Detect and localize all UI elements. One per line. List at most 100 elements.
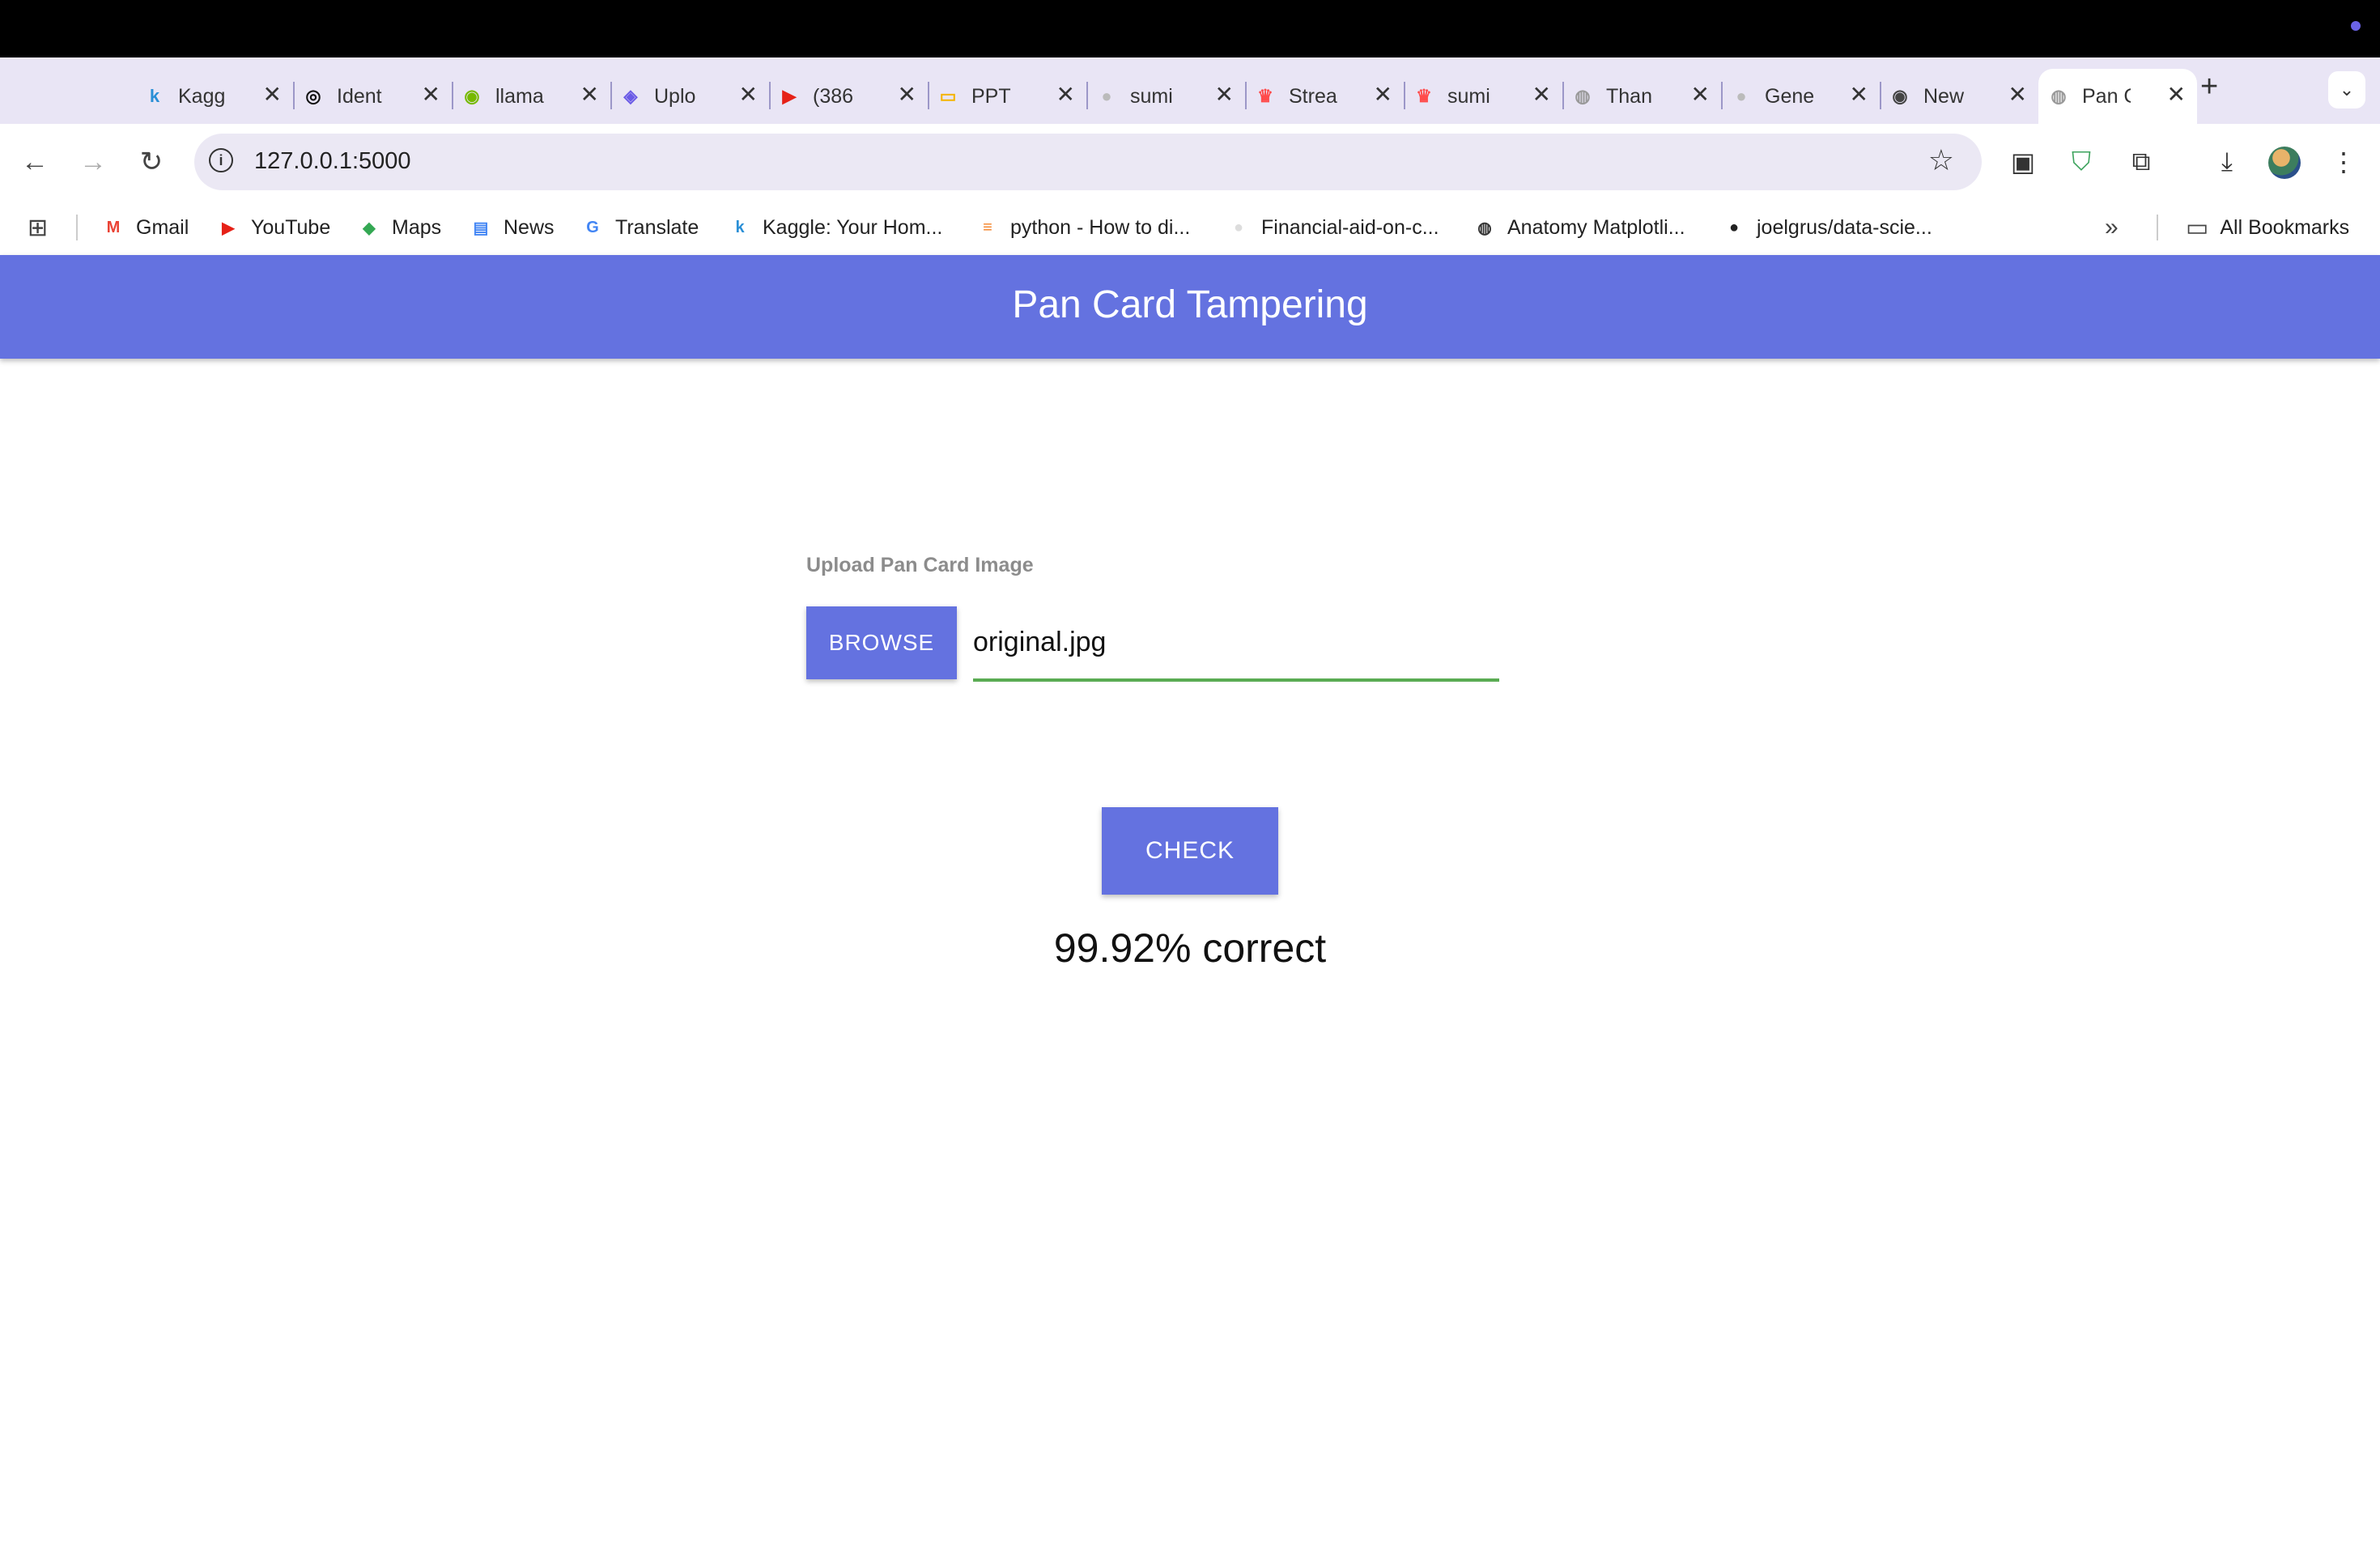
bookmark-label: Maps (392, 215, 442, 239)
profile-avatar[interactable] (2268, 147, 2301, 179)
tab-close-icon[interactable]: ✕ (898, 83, 916, 106)
check-button[interactable]: CHECK (1102, 807, 1278, 895)
kaggle-icon: k (735, 218, 745, 236)
github-icon: ● (1736, 86, 1747, 106)
file-name-value: original.jpg (973, 627, 1107, 657)
chrome-icon: ◉ (1892, 86, 1908, 106)
stackoverflow-icon: ≡ (983, 218, 992, 236)
bookmark-item[interactable]: ◆ Maps (358, 213, 441, 242)
tab-title: sumi (1447, 84, 1490, 108)
browser-tab[interactable]: ◍ Pan C ✕ (2038, 69, 2197, 124)
browser-tab[interactable]: ◍ Than ✕ (1562, 69, 1723, 124)
bookmark-label: Financial-aid-on-c... (1261, 215, 1439, 239)
folder-icon: ▭ (2186, 214, 2209, 241)
youtube-icon: ▶ (222, 219, 235, 237)
browser-tab[interactable]: ◈ Uplo ✕ (610, 69, 771, 124)
more-bookmarks-icon[interactable]: » (2105, 213, 2119, 242)
site-info-icon[interactable]: i (209, 148, 233, 172)
tab-close-icon[interactable]: ✕ (1691, 83, 1710, 106)
download-icon[interactable]: ⤓ (2208, 143, 2246, 181)
tab-close-icon[interactable]: ✕ (2167, 83, 2186, 106)
globe-icon: ◍ (1575, 86, 1591, 106)
tab-title: Kagg (178, 84, 226, 108)
browser-tab[interactable]: ◎ Ident ✕ (293, 69, 453, 124)
tab-close-icon[interactable]: ✕ (1850, 83, 1868, 106)
forward-arrow-icon[interactable]: → (73, 142, 113, 182)
bookmark-star-icon[interactable]: ☆ (1928, 143, 1954, 177)
tab-title: (386 (813, 84, 854, 108)
browser-tab[interactable]: k Kagg ✕ (134, 69, 295, 124)
bookmark-label: joelgrus/data-scie... (1757, 215, 1932, 239)
apps-grid-icon[interactable]: ⊞ (28, 213, 48, 242)
bookmark-label: Translate (615, 215, 699, 239)
browser-tab[interactable]: ◉ New ✕ (1880, 69, 2038, 124)
browse-button[interactable]: BROWSE (806, 606, 957, 679)
github-icon: ● (1233, 218, 1244, 236)
tab-title: New (1923, 84, 1965, 108)
tab-title: Strea (1289, 84, 1337, 108)
tab-close-icon[interactable]: ✕ (1215, 83, 1234, 106)
tab-title: Than (1606, 84, 1652, 108)
page-title: Pan Card Tampering (1012, 283, 1368, 326)
browser-tab[interactable]: ● sumi ✕ (1086, 69, 1247, 124)
browser-toolbar: ← → ↻ i 127.0.0.1:5000 ☆ ▣ ⛉ ⧉ ⤓ ⋮ (0, 124, 2380, 200)
tab-title: Ident (337, 84, 382, 108)
translate-icon: G (586, 218, 599, 236)
slides-icon: ▭ (939, 86, 957, 106)
bookmark-item[interactable]: ▤ News (470, 213, 555, 242)
tab-close-icon[interactable]: ✕ (263, 83, 282, 106)
shield-extension-icon[interactable]: ⛉ (2063, 143, 2100, 181)
bookmark-item[interactable]: G Translate (581, 213, 699, 242)
back-arrow-icon[interactable]: ← (15, 142, 55, 182)
recording-indicator-icon (2351, 21, 2361, 31)
address-bar[interactable]: i 127.0.0.1:5000 ☆ (194, 134, 1982, 190)
tab-close-icon[interactable]: ✕ (422, 83, 440, 106)
bookmarks-divider (76, 215, 78, 240)
kaggle-icon: k (149, 86, 160, 106)
tab-search-chevron-icon[interactable]: ⌄ (2328, 71, 2365, 108)
reload-icon[interactable]: ↻ (131, 142, 172, 182)
browser-tab[interactable]: ◉ llama ✕ (452, 69, 612, 124)
browser-tab[interactable]: ▭ PPT ✕ (928, 69, 1088, 124)
new-tab-icon[interactable]: + (2200, 70, 2218, 104)
tab-close-icon[interactable]: ✕ (1532, 83, 1551, 106)
tab-close-icon[interactable]: ✕ (2008, 83, 2027, 106)
tab-close-icon[interactable]: ✕ (580, 83, 599, 106)
youtube-icon: ▶ (782, 86, 797, 106)
tab-close-icon[interactable]: ✕ (1374, 83, 1392, 106)
tab-title: sumi (1130, 84, 1173, 108)
bookmark-item[interactable]: ▶ YouTube (217, 213, 330, 242)
tab-title: Uplo (654, 84, 696, 108)
browser-tab[interactable]: ▶ (386 ✕ (769, 69, 929, 124)
extensions-puzzle-icon[interactable]: ⧉ (2123, 143, 2160, 181)
bookmark-label: YouTube (251, 215, 331, 239)
bookmarks-divider (2157, 215, 2158, 240)
streamlit-app-icon: ♛ (1416, 86, 1432, 106)
bookmark-item[interactable]: M Gmail (102, 213, 189, 242)
tab-title: PPT (971, 84, 1011, 108)
tab-close-icon[interactable]: ✕ (1056, 83, 1075, 106)
bookmark-item[interactable]: ● Financial-aid-on-c... (1227, 213, 1439, 242)
browser-tab[interactable]: ● Gene ✕ (1721, 69, 1881, 124)
bookmark-item[interactable]: k Kaggle: Your Hom... (729, 213, 942, 242)
bookmark-item[interactable]: ≡ python - How to di... (976, 213, 1190, 242)
github-icon: ● (1101, 86, 1112, 106)
all-bookmarks-folder[interactable]: ▭ All Bookmarks (2186, 213, 2349, 242)
browser-tab[interactable]: ♛ sumi ✕ (1404, 69, 1564, 124)
browser-tab[interactable]: ♛ Strea ✕ (1245, 69, 1405, 124)
tab-strip: k Kagg ✕ ◎ Ident ✕ ◉ llama ✕ ◈ Uplo ✕ ▶ (386 ✕ ▭ PPT ✕ ● su… (0, 57, 2380, 124)
address-url[interactable]: 127.0.0.1:5000 (254, 148, 411, 175)
bookmark-label: python - How to di... (1010, 215, 1191, 239)
bookmark-label: Anatomy Matplotli... (1507, 215, 1685, 239)
picture-in-picture-icon[interactable]: ▣ (2004, 143, 2042, 181)
file-path-input[interactable]: original.jpg (973, 615, 1499, 682)
tab-close-icon[interactable]: ✕ (739, 83, 758, 106)
bookmark-label: News (504, 215, 555, 239)
globe-icon: ◍ (2051, 86, 2067, 106)
bookmark-item[interactable]: ● joelgrus/data-scie... (1723, 213, 1932, 242)
maps-icon: ◆ (363, 219, 376, 237)
more-menu-icon[interactable]: ⋮ (2325, 143, 2362, 181)
upload-app-icon: ◈ (623, 86, 638, 106)
bookmark-item[interactable]: ◍ Anatomy Matplotli... (1473, 213, 1685, 242)
tab-title: Pan C (2082, 84, 2131, 108)
